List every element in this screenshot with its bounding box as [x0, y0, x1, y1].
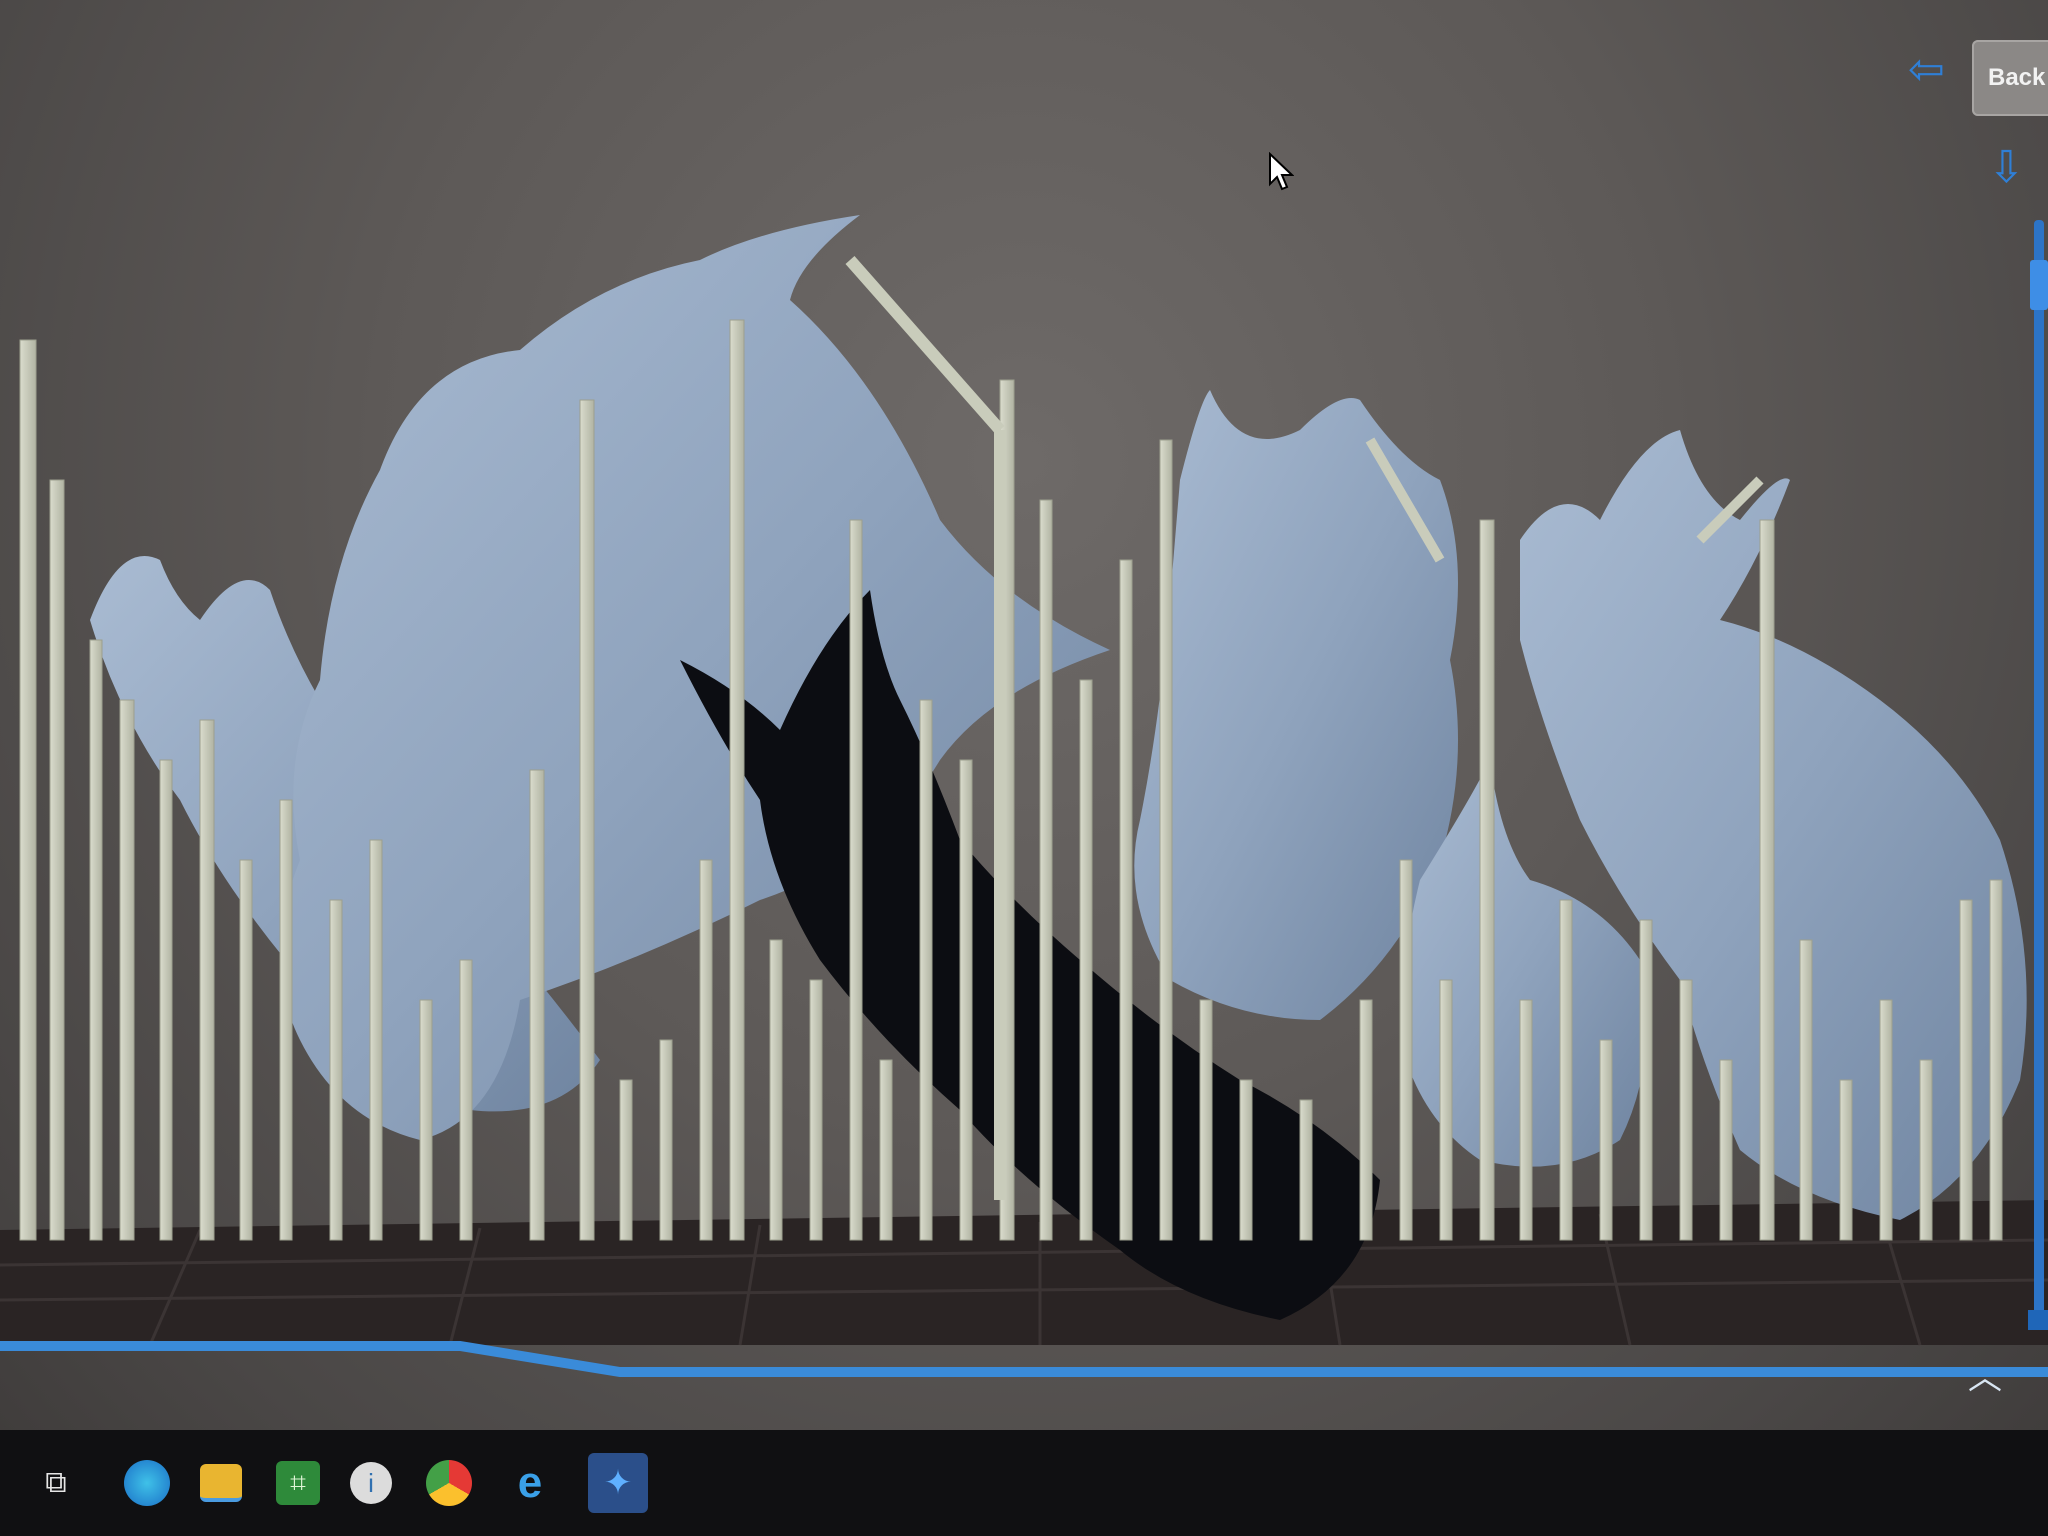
slicer-app-icon[interactable]: ✦: [588, 1453, 648, 1513]
info-app-icon[interactable]: i: [350, 1462, 392, 1504]
mouse-cursor-icon: [1269, 152, 1294, 191]
internet-explorer-icon[interactable]: e: [502, 1455, 558, 1511]
slicer-viewport[interactable]: ⇦ Back ⇩ ︿: [0, 0, 2048, 1536]
layer-slider-handle[interactable]: [2030, 260, 2048, 310]
task-view-icon[interactable]: ⧉: [28, 1455, 84, 1511]
back-button[interactable]: Back: [1972, 40, 2048, 116]
green-app-icon[interactable]: ⌗: [276, 1461, 320, 1505]
layer-slider-bottom-handle[interactable]: [2028, 1310, 2048, 1330]
windows-taskbar: ⧉ ⌗ i e ✦: [0, 1430, 2048, 1536]
edge-icon[interactable]: [124, 1460, 170, 1506]
file-explorer-icon[interactable]: [200, 1464, 242, 1502]
layer-slider[interactable]: [2034, 220, 2044, 1330]
chevron-up-icon[interactable]: ︿: [1968, 1350, 2002, 1399]
chrome-icon[interactable]: [426, 1460, 472, 1506]
left-arrow-icon[interactable]: ⇦: [1908, 48, 1945, 92]
build-plate: [0, 1200, 2048, 1346]
bottom-progress-bar: [0, 1341, 2048, 1377]
down-arrow-icon[interactable]: ⇩: [1988, 146, 2025, 190]
3d-scene[interactable]: [0, 0, 2048, 1400]
